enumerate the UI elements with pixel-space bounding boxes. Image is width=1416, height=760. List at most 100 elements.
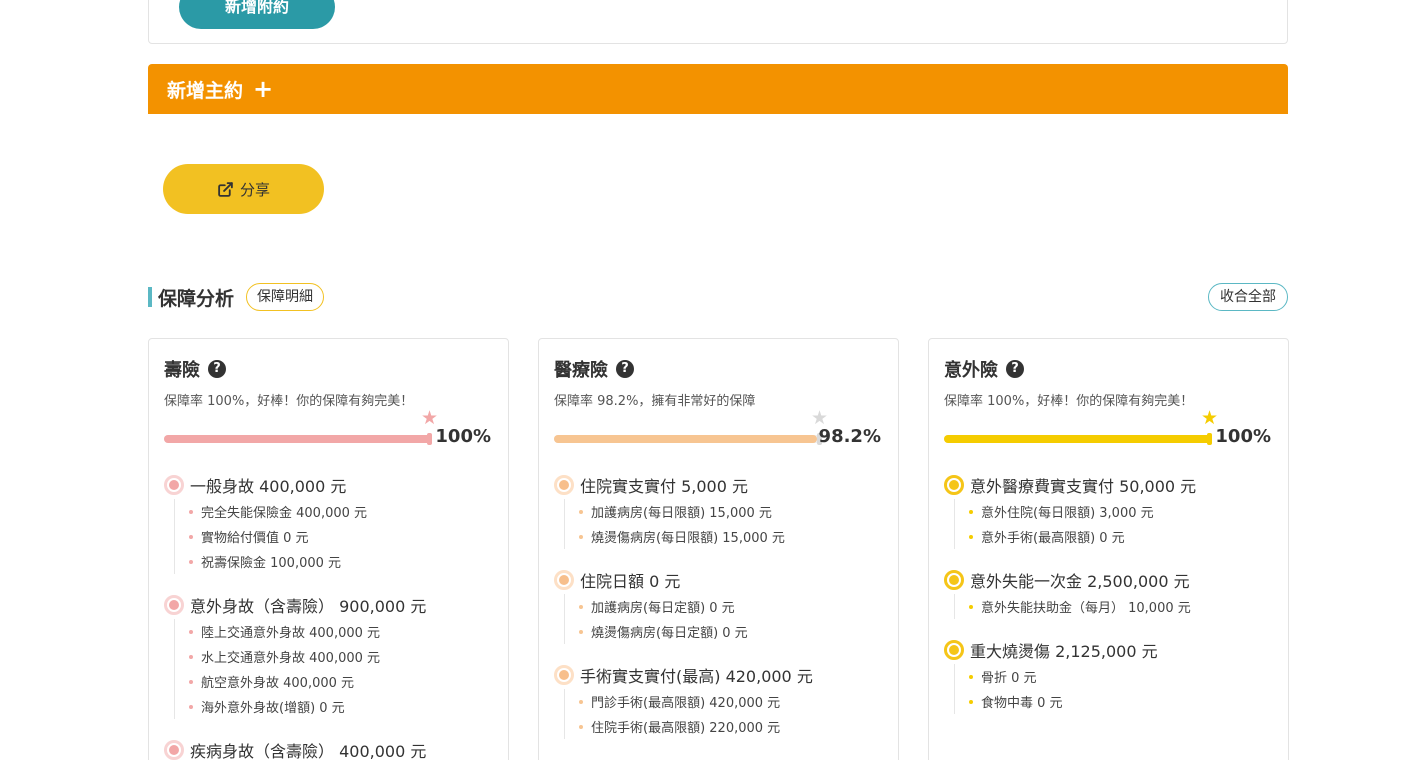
page: 新增附約 新增主約 + 分享 保障分析 保障明細 收合全部 壽險? 保障率 100… bbox=[0, 0, 1416, 760]
bullet-icon bbox=[579, 629, 583, 634]
card-title: 壽險? bbox=[164, 357, 493, 381]
progress-fill bbox=[554, 435, 817, 443]
bullet-icon bbox=[189, 654, 193, 659]
coverage-group: 意外身故（含壽險） 900,000 元陸上交通意外身故 400,000 元水上交… bbox=[164, 594, 493, 719]
coverage-items: 加護病房(每日定額) 0 元燒燙傷病房(每日定額) 0 元 bbox=[564, 594, 883, 644]
coverage-group-label: 意外失能一次金 2,500,000 元 bbox=[970, 572, 1190, 591]
external-link-icon bbox=[217, 181, 234, 198]
coverage-percent: 98.2% bbox=[818, 426, 881, 447]
plus-icon: + bbox=[253, 75, 274, 103]
bullet-icon bbox=[969, 674, 973, 679]
coverage-item-label: 實物給付價值 0 元 bbox=[201, 531, 309, 546]
status-dot-icon bbox=[944, 475, 964, 495]
coverage-description: 保障率 100%，好棒！你的保障有夠完美！ bbox=[944, 394, 1194, 409]
share-label: 分享 bbox=[239, 180, 270, 199]
coverage-description: 保障率 98.2%，擁有非常好的保障 bbox=[554, 394, 756, 409]
status-dot-icon bbox=[164, 740, 184, 760]
coverage-item-label: 加護病房(每日定額) 0 元 bbox=[591, 601, 735, 616]
card-title-text: 壽險 bbox=[164, 360, 200, 381]
progress-fill bbox=[164, 435, 432, 443]
bullet-icon bbox=[579, 509, 583, 514]
progress-marker bbox=[427, 433, 432, 445]
coverage-item-label: 食物中毒 0 元 bbox=[981, 696, 1063, 711]
bullet-icon bbox=[579, 699, 583, 704]
coverage-card: 醫療險? 保障率 98.2%，擁有非常好的保障 ★ 98.2% 住院實支實付 5,000… bbox=[538, 338, 899, 760]
coverage-group: 意外醫療費實支實付 50,000 元意外住院(每日限額) 3,000 元意外手術… bbox=[944, 474, 1273, 549]
rider-card: 新增附約 bbox=[148, 0, 1288, 44]
bullet-icon bbox=[189, 629, 193, 634]
coverage-item: 陸上交通意外身故 400,000 元 bbox=[189, 619, 493, 644]
coverage-item-label: 意外失能扶助金（每月） 10,000 元 bbox=[981, 601, 1191, 616]
coverage-group-head: 住院日額 0 元 bbox=[554, 569, 883, 591]
coverage-group: 疾病身故（含壽險） 400,000 元 bbox=[164, 739, 493, 760]
coverage-item-label: 骨折 0 元 bbox=[981, 671, 1037, 686]
coverage-item: 住院手術(最高限額) 220,000 元 bbox=[579, 714, 883, 739]
bullet-icon bbox=[969, 604, 973, 609]
bullet-icon bbox=[579, 604, 583, 609]
coverage-percent: 100% bbox=[1215, 426, 1271, 447]
coverage-item: 燒燙傷病房(每日限額) 15,000 元 bbox=[579, 524, 883, 549]
coverage-group-head: 意外身故（含壽險） 900,000 元 bbox=[164, 594, 493, 616]
help-icon[interactable]: ? bbox=[1006, 360, 1024, 378]
coverage-group-head: 一般身故 400,000 元 bbox=[164, 474, 493, 496]
coverage-item: 意外手術(最高限額) 0 元 bbox=[969, 524, 1273, 549]
coverage-group-label: 重大燒燙傷 2,125,000 元 bbox=[970, 642, 1158, 661]
bullet-icon bbox=[189, 509, 193, 514]
card-title-text: 醫療險 bbox=[554, 360, 608, 381]
coverage-progress: ★ 100% bbox=[944, 409, 1273, 454]
coverage-item-label: 住院手術(最高限額) 220,000 元 bbox=[591, 721, 781, 736]
coverage-group-head: 重大燒燙傷 2,125,000 元 bbox=[944, 639, 1273, 661]
coverage-group-label: 住院實支實付 5,000 元 bbox=[580, 477, 748, 496]
coverage-description: 保障率 100%，好棒！你的保障有夠完美！ bbox=[164, 394, 414, 409]
coverage-group: 住院實支實付 5,000 元加護病房(每日限額) 15,000 元燒燙傷病房(每… bbox=[554, 474, 883, 549]
progress-track: ★ bbox=[164, 409, 438, 445]
coverage-group: 重大燒燙傷 2,125,000 元骨折 0 元食物中毒 0 元 bbox=[944, 639, 1273, 714]
coverage-item-label: 門診手術(最高限額) 420,000 元 bbox=[591, 696, 781, 711]
add-main-contract-bar[interactable]: 新增主約 + bbox=[148, 64, 1288, 114]
help-icon[interactable]: ? bbox=[616, 360, 634, 378]
bullet-icon bbox=[189, 679, 193, 684]
status-dot-icon bbox=[554, 475, 574, 495]
card-title: 醫療險? bbox=[554, 357, 883, 381]
collapse-all-button[interactable]: 收合全部 bbox=[1208, 283, 1288, 311]
section-title: 保障分析 bbox=[158, 287, 235, 310]
coverage-detail-button[interactable]: 保障明細 bbox=[246, 283, 325, 311]
card-title-text: 意外險 bbox=[944, 360, 998, 381]
section-accent-bar bbox=[148, 287, 152, 307]
coverage-item: 意外住院(每日限額) 3,000 元 bbox=[969, 499, 1273, 524]
coverage-progress: ★ 100% bbox=[164, 409, 493, 454]
share-button[interactable]: 分享 bbox=[163, 164, 324, 214]
bullet-icon bbox=[579, 534, 583, 539]
coverage-item: 食物中毒 0 元 bbox=[969, 689, 1273, 714]
coverage-group-head: 手術實支實付(最高) 420,000 元 bbox=[554, 664, 883, 686]
coverage-item: 海外意外身故(增額) 0 元 bbox=[189, 694, 493, 719]
coverage-items: 陸上交通意外身故 400,000 元水上交通意外身故 400,000 元航空意外… bbox=[174, 619, 493, 719]
status-dot-icon bbox=[164, 475, 184, 495]
coverage-item: 加護病房(每日限額) 15,000 元 bbox=[579, 499, 883, 524]
coverage-item-label: 燒燙傷病房(每日定額) 0 元 bbox=[591, 626, 748, 641]
coverage-group: 住院日額 0 元加護病房(每日定額) 0 元燒燙傷病房(每日定額) 0 元 bbox=[554, 569, 883, 644]
coverage-items: 完全失能保險金 400,000 元實物給付價值 0 元祝壽保險金 100,000… bbox=[174, 499, 493, 574]
coverage-item: 祝壽保險金 100,000 元 bbox=[189, 549, 493, 574]
coverage-item: 燒燙傷病房(每日定額) 0 元 bbox=[579, 619, 883, 644]
coverage-group-label: 住院日額 0 元 bbox=[580, 572, 681, 591]
coverage-item: 意外失能扶助金（每月） 10,000 元 bbox=[969, 594, 1273, 619]
status-dot-icon bbox=[944, 640, 964, 660]
status-dot-icon bbox=[554, 570, 574, 590]
progress-track: ★ bbox=[944, 409, 1218, 445]
coverage-items: 意外住院(每日限額) 3,000 元意外手術(最高限額) 0 元 bbox=[954, 499, 1273, 549]
help-icon[interactable]: ? bbox=[208, 360, 226, 378]
coverage-item: 骨折 0 元 bbox=[969, 664, 1273, 689]
coverage-percent: 100% bbox=[435, 426, 491, 447]
coverage-groups: 意外醫療費實支實付 50,000 元意外住院(每日限額) 3,000 元意外手術… bbox=[944, 474, 1273, 714]
coverage-item: 水上交通意外身故 400,000 元 bbox=[189, 644, 493, 669]
bullet-icon bbox=[189, 559, 193, 564]
add-rider-button[interactable]: 新增附約 bbox=[179, 0, 335, 29]
coverage-item-label: 意外住院(每日限額) 3,000 元 bbox=[981, 506, 1154, 521]
coverage-group-label: 疾病身故（含壽險） 400,000 元 bbox=[190, 742, 427, 760]
bullet-icon bbox=[969, 509, 973, 514]
coverage-group-head: 意外失能一次金 2,500,000 元 bbox=[944, 569, 1273, 591]
coverage-group: 一般身故 400,000 元完全失能保險金 400,000 元實物給付價值 0 … bbox=[164, 474, 493, 574]
coverage-item-label: 完全失能保險金 400,000 元 bbox=[201, 506, 368, 521]
progress-track: ★ bbox=[554, 409, 828, 445]
